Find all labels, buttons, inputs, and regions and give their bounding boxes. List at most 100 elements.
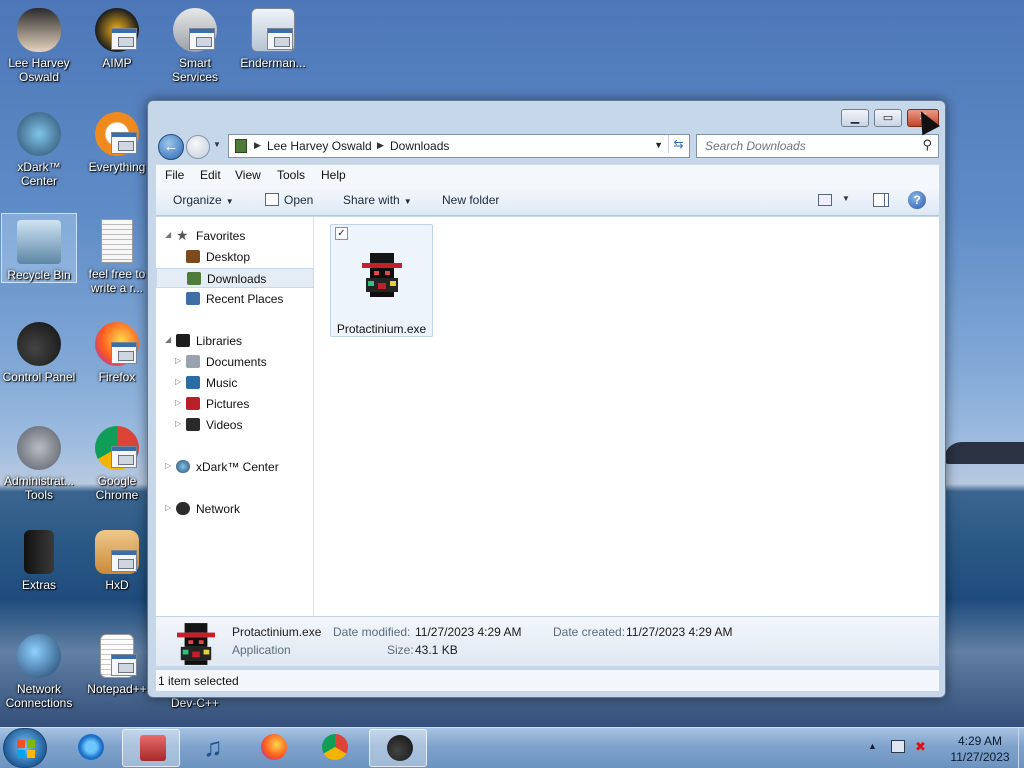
recent-pages-button[interactable]: ▼ (213, 140, 223, 150)
desktop-icon-network-connections[interactable]: Network Connections (1, 628, 77, 710)
taskbar-explorer[interactable] (122, 729, 180, 767)
desktop-icon-everything[interactable]: Everything (79, 106, 155, 174)
taskbar-firefox[interactable] (244, 729, 302, 767)
breadcrumb-arrow-icon[interactable]: ▶ (254, 140, 261, 151)
desktop-icon-enderman[interactable]: Enderman... (235, 2, 311, 70)
volume-muted-icon[interactable]: ✖ (915, 740, 931, 754)
desktop-icon-google-chrome[interactable]: Google Chrome (79, 420, 155, 502)
help-icon[interactable]: ? (908, 191, 926, 209)
nav-label: Libraries (196, 334, 243, 348)
desktop-icon-notepad-plus-plus[interactable]: Notepad++ (79, 628, 155, 696)
address-bar[interactable]: ▶ Lee Harvey Oswald ▶ Downloads ▼ (228, 134, 690, 158)
breadcrumb-arrow-icon[interactable]: ▶ (377, 140, 384, 151)
organize-button[interactable]: Organize ▼ (173, 193, 234, 207)
nav-favorites[interactable]: ◢ ★ Favorites (156, 226, 314, 246)
desktop-icon-smart-services[interactable]: Smart Services (157, 2, 233, 84)
nav-desktop[interactable]: Desktop (156, 247, 314, 267)
address-dropdown-icon[interactable]: ▼ (654, 140, 663, 150)
desktop-icon-extras[interactable]: Extras (1, 524, 77, 592)
expand-arrow-icon[interactable]: ▷ (175, 398, 181, 407)
minimize-button[interactable]: ▁ (841, 109, 869, 127)
desktop-icon-control-panel[interactable]: Control Panel (1, 316, 77, 384)
new-folder-button[interactable]: New folder (442, 193, 499, 207)
view-options-chevron-icon[interactable]: ▼ (842, 194, 850, 203)
expand-arrow-icon[interactable]: ◢ (165, 335, 171, 344)
nav-libraries[interactable]: ◢ Libraries (156, 331, 314, 351)
maximize-button[interactable]: ▭ (874, 109, 902, 127)
internet-explorer-icon (78, 734, 104, 760)
user-folder-icon (17, 8, 61, 52)
details-file-name: Protactinium.exe (232, 625, 322, 639)
taskbar-control-panel[interactable] (369, 729, 427, 767)
clock-date[interactable]: 11/27/2023 (940, 750, 1020, 764)
menu-edit[interactable]: Edit (200, 168, 221, 182)
refresh-button[interactable]: ⇆ (668, 135, 688, 153)
menu-help[interactable]: Help (321, 168, 346, 182)
back-arrow-icon: ← (163, 138, 179, 155)
show-hidden-icons-button[interactable]: ▲ (868, 741, 877, 751)
show-desktop-button[interactable] (1018, 728, 1024, 768)
details-date-created: 11/27/2023 4:29 AM (626, 625, 733, 639)
taskbar-chrome[interactable] (305, 729, 363, 767)
search-box[interactable]: ⚲ (696, 134, 939, 158)
desktop-icon-label: HxD (105, 578, 129, 592)
taskbar: ♫ ▲ ✖ 4:29 AM 11/27/2023 (0, 727, 1024, 768)
nav-label: Videos (206, 418, 243, 432)
desktop-icon-hxd[interactable]: HxD (79, 524, 155, 592)
desktop-icon-recycle-bin[interactable]: Recycle Bin (1, 213, 77, 283)
forward-button[interactable] (186, 135, 210, 159)
chevron-down-icon: ▼ (225, 197, 234, 206)
nav-recent-places[interactable]: Recent Places (156, 289, 314, 309)
desktop-icon-firefox[interactable]: Firefox (79, 316, 155, 384)
expand-arrow-icon[interactable]: ▷ (175, 377, 181, 386)
nav-videos[interactable]: ▷ Videos (156, 415, 314, 435)
start-button[interactable] (3, 728, 47, 768)
desktop-icon-dev-cpp[interactable]: Dev-C++ (157, 696, 233, 710)
open-button[interactable]: Open (284, 193, 313, 207)
share-with-button[interactable]: Share with ▼ (343, 193, 412, 207)
file-select-checkbox[interactable]: ✓ (335, 227, 348, 240)
desktop-icon-aimp[interactable]: AIMP (79, 2, 155, 70)
documents-icon (186, 355, 200, 368)
expand-arrow-icon[interactable]: ▷ (165, 503, 171, 512)
nav-label: Favorites (196, 229, 246, 243)
chrome-icon (322, 734, 348, 760)
desktop-icon-xdark-center[interactable]: xDark™ Center (1, 106, 77, 188)
nav-pictures[interactable]: ▷ Pictures (156, 394, 314, 414)
breadcrumb-lee-harvey-oswald[interactable]: Lee Harvey Oswald (267, 139, 372, 153)
nav-network[interactable]: ▷ Network (156, 499, 314, 519)
menu-tools[interactable]: Tools (277, 168, 305, 182)
organize-label: Organize (173, 193, 222, 207)
breadcrumb-downloads[interactable]: Downloads (390, 139, 449, 153)
expand-arrow-icon[interactable]: ◢ (165, 230, 171, 239)
window-titlebar[interactable]: ▁ ▭ ✕ (148, 101, 945, 131)
expand-arrow-icon[interactable]: ▷ (175, 419, 181, 428)
menu-view[interactable]: View (235, 168, 261, 182)
app-window-icon (111, 132, 137, 154)
app-window-icon (111, 28, 137, 50)
desktop-icon-label: feel free to write a r... (88, 267, 146, 295)
desktop-icon-text-document[interactable]: feel free to write a r... (79, 213, 155, 295)
taskbar-media-player[interactable]: ♫ (183, 729, 241, 767)
nav-documents[interactable]: ▷ Documents (156, 352, 314, 372)
search-input[interactable] (703, 138, 908, 154)
nav-music[interactable]: ▷ Music (156, 373, 314, 393)
nav-xdark-center[interactable]: ▷ xDark™ Center (156, 457, 314, 477)
back-button[interactable]: ← (158, 134, 184, 160)
taskbar-internet-explorer[interactable] (61, 729, 119, 767)
star-icon: ★ (176, 227, 189, 243)
details-pane: Protactinium.exe Application Date modifi… (156, 616, 939, 666)
menu-file[interactable]: File (165, 168, 184, 182)
clock-time[interactable]: 4:29 AM (940, 734, 1020, 748)
expand-arrow-icon[interactable]: ▷ (175, 356, 181, 365)
desktop-icon-administrative-tools[interactable]: Administrat... Tools (1, 420, 77, 502)
file-item-protactinium[interactable]: ✓ Protactinium.exe (330, 224, 433, 337)
search-icon[interactable]: ⚲ (922, 137, 932, 153)
status-bar: 1 item selected (156, 669, 939, 691)
change-view-icon[interactable] (818, 194, 832, 206)
preview-pane-icon[interactable] (873, 193, 889, 207)
desktop-icon-lee-harvey-oswald[interactable]: Lee Harvey Oswald (1, 2, 77, 84)
nav-downloads[interactable]: Downloads (156, 268, 314, 288)
network-tray-icon[interactable] (891, 740, 905, 753)
expand-arrow-icon[interactable]: ▷ (165, 461, 171, 470)
